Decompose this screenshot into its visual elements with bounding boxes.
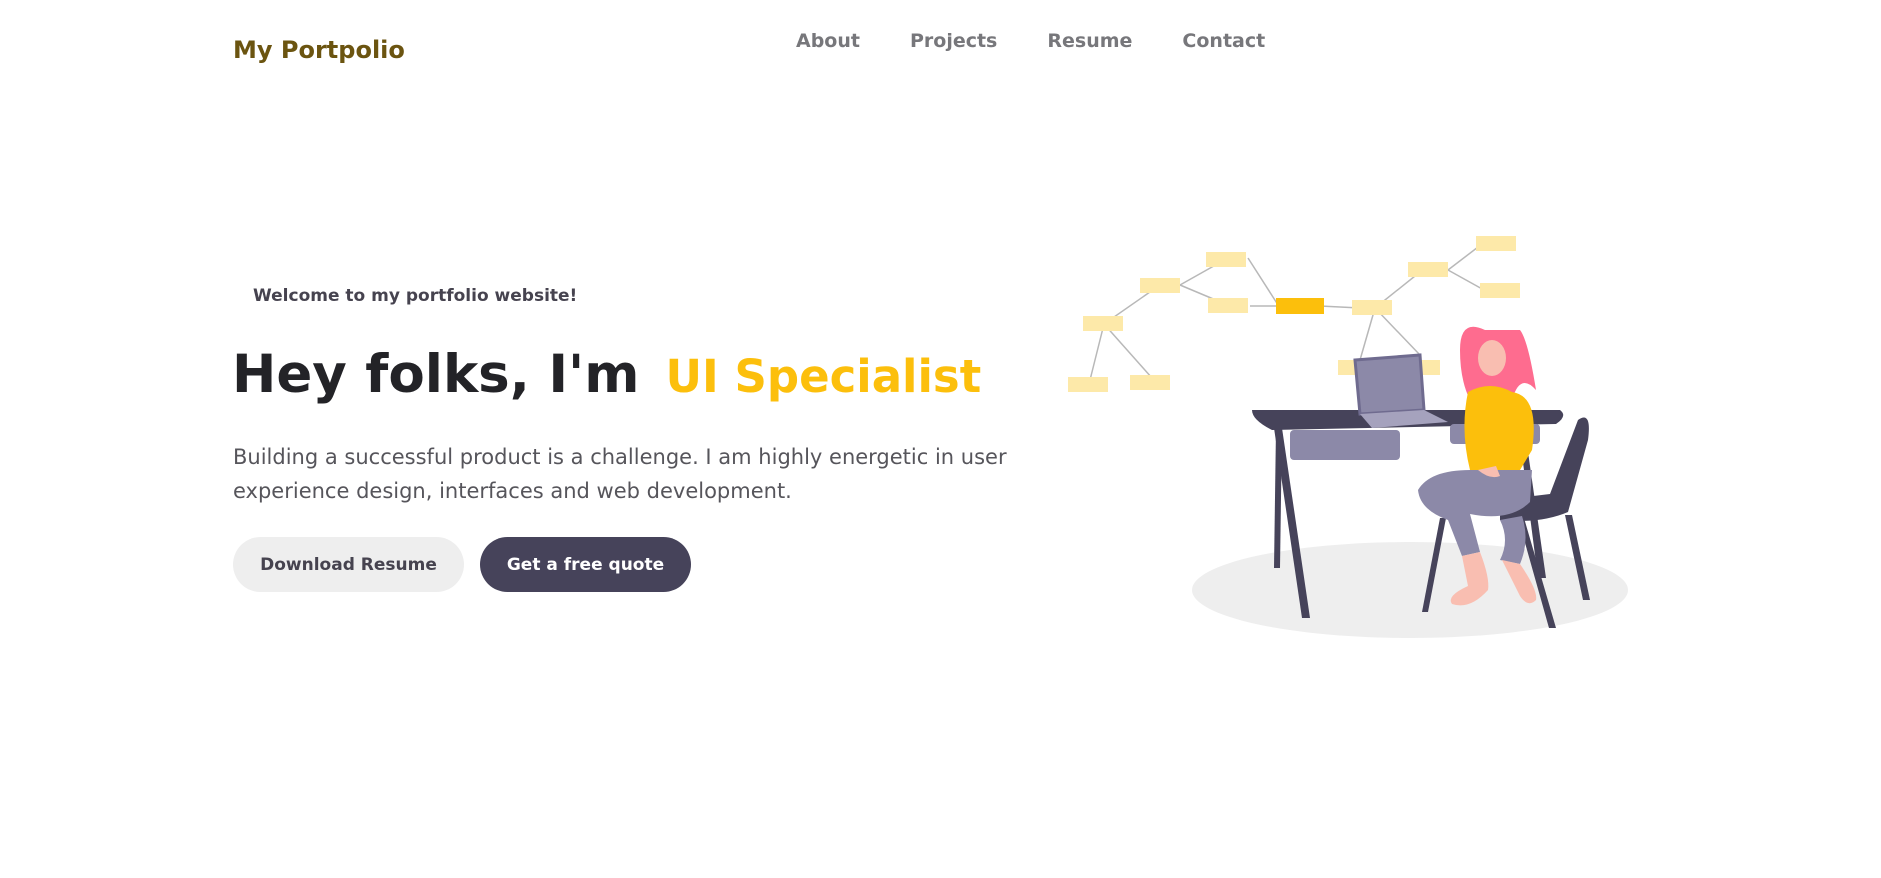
mind-map-active-node [1276,298,1324,314]
hero-headline: Hey folks, I'm UI Specialist [232,344,981,405]
nav-projects[interactable]: Projects [910,30,997,52]
hero-description: Building a successful product is a chall… [233,445,1007,503]
main-nav: About Projects Resume Contact [796,30,1265,52]
floor-shadow [1192,542,1628,638]
headline-role: UI Specialist [665,350,982,403]
get-quote-button[interactable]: Get a free quote [480,537,691,592]
welcome-text: Welcome to my portfolio website! [253,286,578,306]
hero-illustration [1068,236,1628,638]
nav-about[interactable]: About [796,30,860,52]
headline-greeting: Hey folks, I'm [232,344,640,405]
nav-resume[interactable]: Resume [1047,30,1132,52]
download-resume-button[interactable]: Download Resume [233,537,464,592]
brand-logo[interactable]: My Portpolio [233,36,405,64]
nav-contact[interactable]: Contact [1182,30,1265,52]
